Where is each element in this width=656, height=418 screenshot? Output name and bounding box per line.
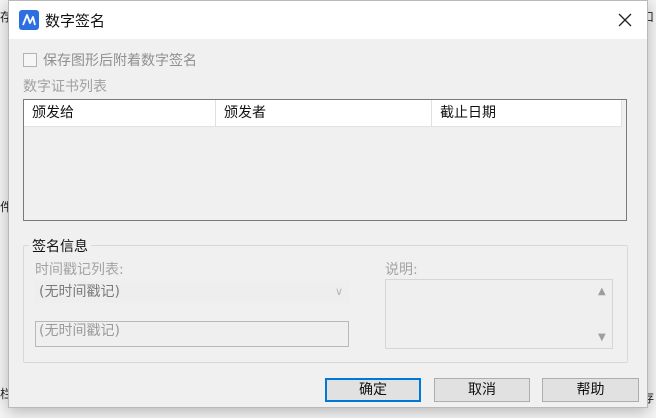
scroll-down-arrow-icon[interactable]: ▼ — [598, 332, 606, 343]
timestamp-list-label: 时间戳记列表: — [35, 262, 124, 278]
attach-signature-option[interactable]: 保存图形后附着数字签名 — [23, 50, 197, 70]
attach-signature-checkbox[interactable] — [23, 53, 37, 67]
timestamp-selected-value: (无时间戳记) — [39, 284, 120, 300]
signature-info-title: 签名信息 — [29, 236, 91, 256]
scroll-up-arrow-icon[interactable]: ▲ — [598, 286, 606, 297]
title-bar: 数字签名 — [9, 1, 647, 39]
close-icon — [618, 13, 632, 27]
description-scrollbar[interactable]: ▲ ▼ — [594, 280, 612, 348]
certificate-list[interactable]: 颁发给 颁发者 截止日期 — [23, 99, 627, 221]
timestamp-dropdown[interactable]: (无时间戳记) ∨ — [35, 281, 349, 303]
ok-button[interactable]: 确定 — [325, 378, 421, 402]
chevron-down-icon: ∨ — [334, 285, 343, 298]
cert-list-label: 数字证书列表 — [23, 79, 107, 95]
attach-signature-label: 保存图形后附着数字签名 — [43, 53, 197, 69]
dialog-title: 数字签名 — [45, 12, 106, 30]
timestamp-field[interactable]: (无时间戳记) — [35, 321, 349, 347]
description-textarea[interactable]: ▲ ▼ — [385, 279, 613, 349]
help-button[interactable]: 帮助 — [542, 378, 639, 402]
app-icon — [19, 10, 39, 30]
column-header-issued-to[interactable]: 颁发给 — [24, 100, 216, 126]
close-button[interactable] — [613, 8, 637, 32]
cancel-button[interactable]: 取消 — [434, 378, 530, 402]
description-label: 说明: — [385, 262, 418, 278]
certificate-list-header: 颁发给 颁发者 截止日期 — [24, 100, 622, 127]
column-header-expiry-date[interactable]: 截止日期 — [432, 100, 622, 126]
digital-signature-dialog: 数字签名 保存图形后附着数字签名 数字证书列表 颁发给 颁发者 截止日期 签名信… — [8, 0, 648, 408]
column-header-issuer[interactable]: 颁发者 — [216, 100, 432, 126]
